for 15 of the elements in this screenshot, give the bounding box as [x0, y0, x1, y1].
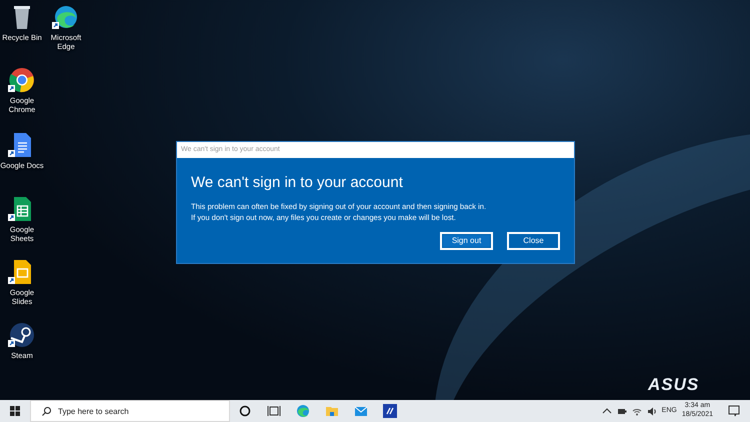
search-icon [42, 406, 51, 416]
brand-logo: ASUS [648, 374, 700, 396]
folder-icon[interactable] [324, 404, 338, 418]
speaker-icon[interactable] [646, 406, 657, 416]
task-view-icon[interactable] [266, 404, 280, 418]
swirl-icon[interactable] [296, 404, 310, 418]
envelope-icon[interactable] [354, 404, 368, 418]
dialog-button[interactable]: Sign out [440, 232, 493, 250]
app-tile-icon[interactable] [382, 404, 396, 418]
notification-icon[interactable] [728, 404, 740, 417]
dialog-button[interactable]: Close [507, 232, 560, 250]
dialog-heading: We can't sign in to your account [191, 173, 404, 193]
search-field[interactable]: Type here to search [30, 400, 230, 422]
windows-start-icon[interactable] [10, 406, 20, 416]
cortana-circle-icon[interactable] [238, 404, 252, 418]
